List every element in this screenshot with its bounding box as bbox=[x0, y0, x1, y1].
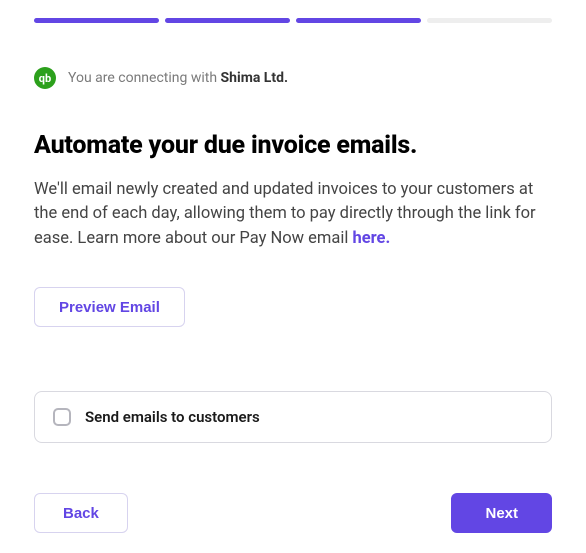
page-description: We'll email newly created and updated in… bbox=[34, 178, 552, 251]
back-button[interactable]: Back bbox=[34, 493, 128, 533]
connecting-with-row: qb You are connecting with Shima Ltd. bbox=[34, 67, 552, 89]
connecting-with-text: You are connecting with Shima Ltd. bbox=[68, 70, 288, 86]
progress-step-4 bbox=[427, 18, 552, 23]
footer-actions: Back Next bbox=[34, 493, 552, 533]
progress-step-3 bbox=[296, 18, 421, 23]
next-button[interactable]: Next bbox=[451, 493, 552, 533]
quickbooks-icon: qb bbox=[34, 67, 56, 89]
send-emails-label: Send emails to customers bbox=[85, 408, 260, 426]
send-emails-checkbox[interactable] bbox=[53, 408, 71, 426]
progress-step-1 bbox=[34, 18, 159, 23]
page-title: Automate your due invoice emails. bbox=[34, 131, 552, 160]
page-description-text: We'll email newly created and updated in… bbox=[34, 180, 536, 248]
progress-step-2 bbox=[165, 18, 290, 23]
progress-bar bbox=[34, 0, 552, 23]
connecting-with-prefix: You are connecting with bbox=[68, 70, 221, 86]
preview-email-button[interactable]: Preview Email bbox=[34, 287, 185, 327]
quickbooks-icon-text: qb bbox=[39, 73, 51, 84]
send-emails-card[interactable]: Send emails to customers bbox=[34, 391, 552, 443]
learn-more-link[interactable]: here. bbox=[353, 229, 391, 248]
connecting-with-company: Shima Ltd. bbox=[221, 70, 289, 86]
